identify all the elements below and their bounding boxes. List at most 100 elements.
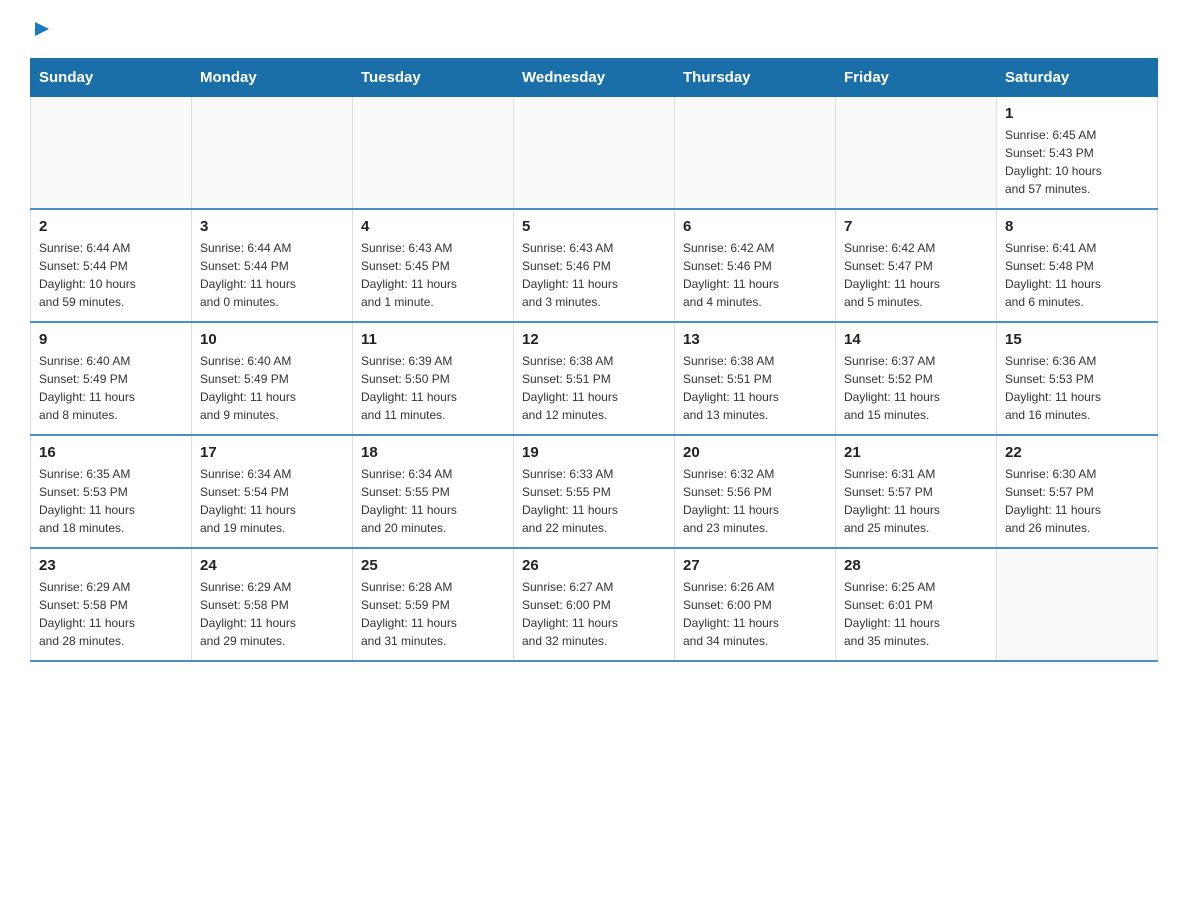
calendar-cell: 12 Sunrise: 6:38 AM Sunset: 5:51 PM Dayli… — [514, 322, 675, 435]
day-info: Sunrise: 6:36 AM Sunset: 5:53 PM Dayligh… — [1005, 352, 1149, 424]
calendar-cell: 11 Sunrise: 6:39 AM Sunset: 5:50 PM Dayli… — [353, 322, 514, 435]
calendar-cell: 14 Sunrise: 6:37 AM Sunset: 5:52 PM Dayli… — [836, 322, 997, 435]
day-number: 24 — [200, 557, 344, 574]
day-info: Sunrise: 6:32 AM Sunset: 5:56 PM Dayligh… — [683, 465, 827, 537]
day-info: Sunrise: 6:31 AM Sunset: 5:57 PM Dayligh… — [844, 465, 988, 537]
day-info: Sunrise: 6:41 AM Sunset: 5:48 PM Dayligh… — [1005, 239, 1149, 311]
day-header-tuesday: Tuesday — [353, 59, 514, 97]
calendar-cell: 9Sunrise: 6:40 AM Sunset: 5:49 PM Daylig… — [31, 322, 192, 435]
calendar-cell: 22 Sunrise: 6:30 AM Sunset: 5:57 PM Dayli… — [997, 435, 1158, 548]
day-number: 11 — [361, 331, 505, 348]
calendar-cell: 20 Sunrise: 6:32 AM Sunset: 5:56 PM Dayli… — [675, 435, 836, 548]
day-number: 13 — [683, 331, 827, 348]
day-info: Sunrise: 6:37 AM Sunset: 5:52 PM Dayligh… — [844, 352, 988, 424]
day-header-saturday: Saturday — [997, 59, 1158, 97]
page-header — [30, 20, 1158, 38]
calendar-cell — [514, 97, 675, 210]
day-number: 26 — [522, 557, 666, 574]
day-info: Sunrise: 6:35 AM Sunset: 5:53 PM Dayligh… — [39, 465, 183, 537]
day-info: Sunrise: 6:43 AM Sunset: 5:46 PM Dayligh… — [522, 239, 666, 311]
day-info: Sunrise: 6:38 AM Sunset: 5:51 PM Dayligh… — [522, 352, 666, 424]
calendar-week-row: 1Sunrise: 6:45 AM Sunset: 5:43 PM Daylig… — [31, 97, 1158, 210]
calendar-cell: 3 Sunrise: 6:44 AM Sunset: 5:44 PM Daylig… — [192, 209, 353, 322]
calendar-cell — [675, 97, 836, 210]
day-info: Sunrise: 6:30 AM Sunset: 5:57 PM Dayligh… — [1005, 465, 1149, 537]
day-number: 14 — [844, 331, 988, 348]
day-info: Sunrise: 6:45 AM Sunset: 5:43 PM Dayligh… — [1005, 126, 1149, 198]
day-info: Sunrise: 6:28 AM Sunset: 5:59 PM Dayligh… — [361, 578, 505, 650]
day-number: 10 — [200, 331, 344, 348]
day-number: 18 — [361, 444, 505, 461]
day-info: Sunrise: 6:29 AM Sunset: 5:58 PM Dayligh… — [39, 578, 183, 650]
logo — [30, 20, 53, 38]
day-info: Sunrise: 6:33 AM Sunset: 5:55 PM Dayligh… — [522, 465, 666, 537]
day-info: Sunrise: 6:42 AM Sunset: 5:47 PM Dayligh… — [844, 239, 988, 311]
day-number: 20 — [683, 444, 827, 461]
calendar-cell: 26 Sunrise: 6:27 AM Sunset: 6:00 PM Dayli… — [514, 548, 675, 661]
day-number: 25 — [361, 557, 505, 574]
calendar-cell — [353, 97, 514, 210]
calendar-cell: 17 Sunrise: 6:34 AM Sunset: 5:54 PM Dayli… — [192, 435, 353, 548]
day-info: Sunrise: 6:43 AM Sunset: 5:45 PM Dayligh… — [361, 239, 505, 311]
calendar-cell: 13 Sunrise: 6:38 AM Sunset: 5:51 PM Dayli… — [675, 322, 836, 435]
day-number: 12 — [522, 331, 666, 348]
calendar-cell — [192, 97, 353, 210]
day-header-wednesday: Wednesday — [514, 59, 675, 97]
day-number: 3 — [200, 218, 344, 235]
day-header-sunday: Sunday — [31, 59, 192, 97]
calendar-cell — [997, 548, 1158, 661]
calendar-cell: 19 Sunrise: 6:33 AM Sunset: 5:55 PM Dayli… — [514, 435, 675, 548]
day-info: Sunrise: 6:27 AM Sunset: 6:00 PM Dayligh… — [522, 578, 666, 650]
day-number: 17 — [200, 444, 344, 461]
day-number: 8 — [1005, 218, 1149, 235]
calendar-cell: 21 Sunrise: 6:31 AM Sunset: 5:57 PM Dayli… — [836, 435, 997, 548]
day-header-thursday: Thursday — [675, 59, 836, 97]
day-info: Sunrise: 6:34 AM Sunset: 5:54 PM Dayligh… — [200, 465, 344, 537]
day-number: 6 — [683, 218, 827, 235]
day-info: Sunrise: 6:25 AM Sunset: 6:01 PM Dayligh… — [844, 578, 988, 650]
calendar-week-row: 9 Sunrise: 6:40 AM Sunset: 5:49 PM Daylig… — [31, 322, 1158, 435]
calendar-cell: 2Sunrise: 6:44 AM Sunset: 5:44 PM Daylig… — [31, 209, 192, 322]
calendar-cell: 18 Sunrise: 6:34 AM Sunset: 5:55 PM Dayli… — [353, 435, 514, 548]
calendar-cell: 27 Sunrise: 6:26 AM Sunset: 6:00 PM Dayli… — [675, 548, 836, 661]
day-info: Sunrise: 6:42 AM Sunset: 5:46 PM Dayligh… — [683, 239, 827, 311]
day-number: 7 — [844, 218, 988, 235]
calendar-cell: 25 Sunrise: 6:28 AM Sunset: 5:59 PM Dayli… — [353, 548, 514, 661]
calendar-cell — [836, 97, 997, 210]
day-number: 9 — [39, 331, 183, 348]
day-number: 23 — [39, 557, 183, 574]
day-info: Sunrise: 6:29 AM Sunset: 5:58 PM Dayligh… — [200, 578, 344, 650]
calendar-cell: 10 Sunrise: 6:40 AM Sunset: 5:49 PM Dayli… — [192, 322, 353, 435]
day-number: 27 — [683, 557, 827, 574]
calendar-cell — [31, 97, 192, 210]
calendar-table: SundayMondayTuesdayWednesdayThursdayFrid… — [30, 58, 1158, 662]
day-info: Sunrise: 6:44 AM Sunset: 5:44 PM Dayligh… — [39, 239, 183, 311]
day-number: 21 — [844, 444, 988, 461]
day-number: 16 — [39, 444, 183, 461]
day-info: Sunrise: 6:34 AM Sunset: 5:55 PM Dayligh… — [361, 465, 505, 537]
calendar-cell: 4 Sunrise: 6:43 AM Sunset: 5:45 PM Daylig… — [353, 209, 514, 322]
day-info: Sunrise: 6:44 AM Sunset: 5:44 PM Dayligh… — [200, 239, 344, 311]
calendar-cell: 28Sunrise: 6:25 AM Sunset: 6:01 PM Dayli… — [836, 548, 997, 661]
day-header-monday: Monday — [192, 59, 353, 97]
day-header-friday: Friday — [836, 59, 997, 97]
calendar-cell: 15 Sunrise: 6:36 AM Sunset: 5:53 PM Dayli… — [997, 322, 1158, 435]
day-number: 19 — [522, 444, 666, 461]
day-number: 4 — [361, 218, 505, 235]
calendar-cell: 7 Sunrise: 6:42 AM Sunset: 5:47 PM Daylig… — [836, 209, 997, 322]
calendar-cell: 5 Sunrise: 6:43 AM Sunset: 5:46 PM Daylig… — [514, 209, 675, 322]
calendar-week-row: 16 Sunrise: 6:35 AM Sunset: 5:53 PM Dayli… — [31, 435, 1158, 548]
calendar-week-row: 2Sunrise: 6:44 AM Sunset: 5:44 PM Daylig… — [31, 209, 1158, 322]
calendar-cell: 1Sunrise: 6:45 AM Sunset: 5:43 PM Daylig… — [997, 97, 1158, 210]
day-number: 22 — [1005, 444, 1149, 461]
calendar-cell: 8 Sunrise: 6:41 AM Sunset: 5:48 PM Daylig… — [997, 209, 1158, 322]
calendar-header-row: SundayMondayTuesdayWednesdayThursdayFrid… — [31, 59, 1158, 97]
day-number: 5 — [522, 218, 666, 235]
logo-triangle-icon — [31, 18, 53, 40]
day-info: Sunrise: 6:39 AM Sunset: 5:50 PM Dayligh… — [361, 352, 505, 424]
calendar-week-row: 23 Sunrise: 6:29 AM Sunset: 5:58 PM Dayli… — [31, 548, 1158, 661]
day-info: Sunrise: 6:40 AM Sunset: 5:49 PM Dayligh… — [200, 352, 344, 424]
day-info: Sunrise: 6:38 AM Sunset: 5:51 PM Dayligh… — [683, 352, 827, 424]
day-number: 15 — [1005, 331, 1149, 348]
day-info: Sunrise: 6:26 AM Sunset: 6:00 PM Dayligh… — [683, 578, 827, 650]
